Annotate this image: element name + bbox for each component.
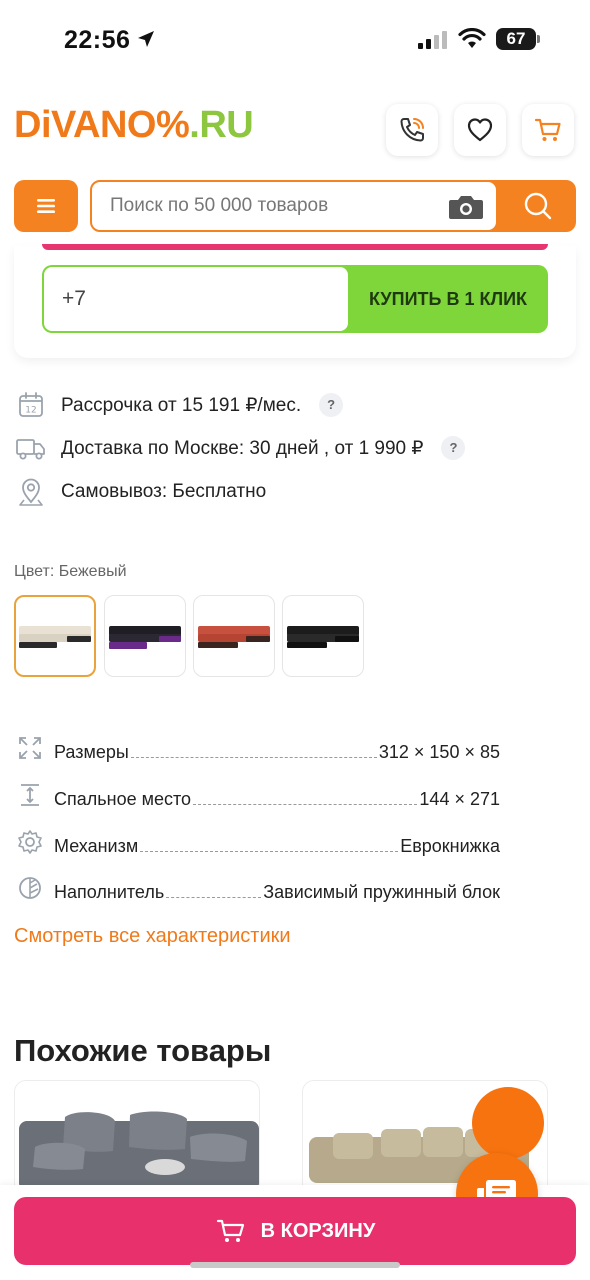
spec-value: Зависимый пружинный блок xyxy=(263,882,500,902)
buy-one-click-button[interactable]: КУПИТЬ В 1 КЛИК xyxy=(348,265,548,333)
floating-action-button[interactable] xyxy=(472,1087,544,1159)
logo-text-domain: .RU xyxy=(189,104,254,146)
spec-name: Механизм xyxy=(54,836,139,856)
installment-help-icon[interactable]: ? xyxy=(319,393,344,417)
search-button[interactable] xyxy=(500,182,576,230)
all-specs-link[interactable]: Смотреть все характеристики xyxy=(14,925,291,948)
battery-indicator: 67 xyxy=(496,28,536,50)
color-swatch-red[interactable] xyxy=(193,595,275,677)
status-time: 22:56 xyxy=(64,26,131,54)
pickup-row: Самовывоз: Бесплатно xyxy=(14,475,266,509)
delivery-text: Доставка по Москве: 30 дней , от 1 990 ₽ xyxy=(61,437,424,459)
wifi-icon xyxy=(458,28,486,48)
bed-height-icon xyxy=(14,780,46,810)
color-swatch-black-purple[interactable] xyxy=(104,595,186,677)
add-to-cart-label: В КОРЗИНУ xyxy=(260,1219,376,1242)
search-input[interactable] xyxy=(92,182,496,230)
call-button[interactable] xyxy=(386,104,438,156)
search-bar xyxy=(90,180,576,232)
calendar-icon: 12 xyxy=(14,388,48,422)
spec-row-filler: Наполнитель Зависимый пружинный блок xyxy=(14,873,500,903)
phone-call-icon xyxy=(400,118,424,142)
cart-header-button[interactable] xyxy=(522,104,574,156)
spec-row-mechanism: Механизм Еврокнижка xyxy=(14,827,500,857)
installment-row: 12 Рассрочка от 15 191 ₽/мес. ? xyxy=(14,388,344,422)
spec-value: Еврокнижка xyxy=(400,836,500,856)
logo-text-main: DiVANO xyxy=(14,104,156,146)
sofa-red-thumbnail xyxy=(198,626,270,648)
similar-products-title: Похожие товары xyxy=(14,1033,272,1068)
spec-value: 312 × 150 × 85 xyxy=(378,742,500,762)
hamburger-icon xyxy=(37,199,55,213)
map-pin-icon xyxy=(14,475,48,509)
heart-icon xyxy=(467,118,493,142)
spec-name: Наполнитель xyxy=(54,882,165,902)
truck-icon xyxy=(14,431,48,465)
spec-row-dimensions: Размеры 312 × 150 × 85 xyxy=(14,733,500,763)
shopping-cart-icon xyxy=(534,118,561,141)
battery-cap xyxy=(537,35,540,43)
spec-leader xyxy=(140,851,399,852)
pickup-text: Самовывоз: Бесплатно xyxy=(61,481,267,502)
favorites-button[interactable] xyxy=(454,104,506,156)
cellular-signal-icon xyxy=(418,31,447,49)
sofa-black-purple-thumbnail xyxy=(109,626,181,649)
camera-icon[interactable] xyxy=(448,194,484,220)
menu-button[interactable] xyxy=(14,180,78,232)
logo-percent: % xyxy=(155,104,190,146)
sofa-beige-thumbnail xyxy=(19,626,91,648)
color-swatch-black[interactable] xyxy=(282,595,364,677)
status-bar: 22:56 67 xyxy=(0,0,590,80)
home-indicator xyxy=(190,1262,400,1268)
phone-input[interactable]: +7 xyxy=(44,267,348,331)
filler-icon xyxy=(14,873,46,903)
spec-row-sleeping-area: Спальное место 144 × 271 xyxy=(14,780,500,810)
add-to-cart-button[interactable]: В КОРЗИНУ xyxy=(14,1197,576,1265)
spec-name: Размеры xyxy=(54,742,129,762)
sofa-black-thumbnail xyxy=(287,626,359,648)
installment-text: Рассрочка от 15 191 ₽/мес. xyxy=(61,394,302,416)
color-swatch-beige[interactable] xyxy=(14,595,96,677)
spec-leader xyxy=(193,804,418,805)
delivery-help-icon[interactable]: ? xyxy=(441,436,466,460)
color-label: Цвет: Бежевый xyxy=(14,563,127,580)
search-icon xyxy=(524,192,552,220)
shopping-cart-icon xyxy=(216,1219,244,1242)
expand-icon xyxy=(14,733,46,763)
site-logo[interactable]: DiVANO%.RU xyxy=(14,104,254,147)
delivery-row: Доставка по Москве: 30 дней , от 1 990 ₽… xyxy=(14,431,466,465)
svg-text:12: 12 xyxy=(25,406,36,416)
gear-icon xyxy=(14,827,46,857)
spec-leader xyxy=(166,897,262,898)
sofa-gray-image xyxy=(15,1081,259,1201)
one-click-form: +7 КУПИТЬ В 1 КЛИК xyxy=(42,265,548,333)
spec-name: Спальное место xyxy=(54,789,192,809)
add-to-cart-edge xyxy=(42,244,548,250)
location-arrow-icon xyxy=(138,31,154,47)
spec-value: 144 × 271 xyxy=(419,789,500,809)
spec-leader xyxy=(130,757,377,758)
